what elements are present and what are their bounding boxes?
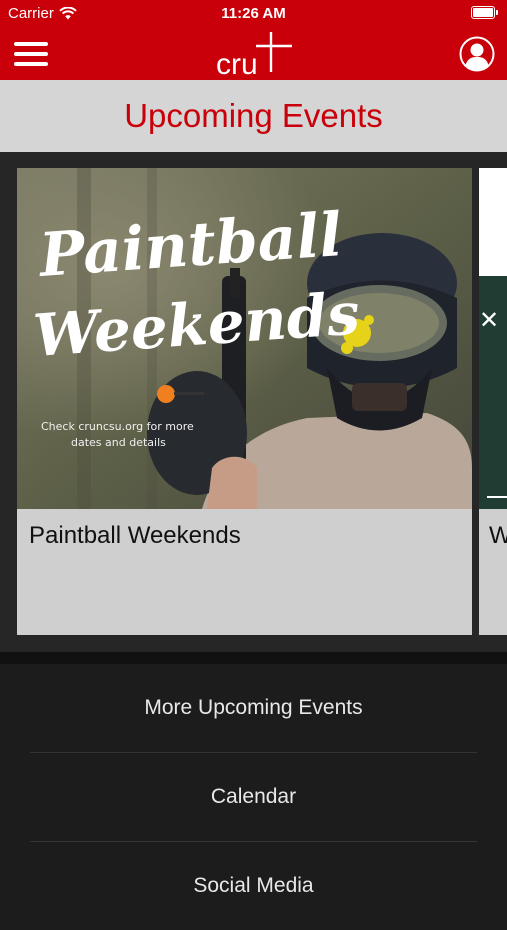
- section-header: Upcoming Events: [0, 80, 507, 152]
- cru-logo: cru: [216, 32, 292, 78]
- user-profile-icon[interactable]: [459, 36, 495, 72]
- battery-icon: [471, 6, 498, 19]
- logo-text: cru: [216, 48, 258, 78]
- event-card[interactable]: Paintball Weekends Check cruncsu.org for…: [17, 168, 472, 635]
- event-image: Paintball Weekends Check cruncsu.org for…: [17, 168, 472, 509]
- more-upcoming-events-link[interactable]: More Upcoming Events: [30, 664, 477, 752]
- divider: [0, 652, 507, 664]
- event-card-next[interactable]: ✕ W: [479, 168, 507, 635]
- hamburger-menu-icon[interactable]: [14, 40, 48, 68]
- image-caption-line2: dates and details: [71, 436, 166, 449]
- social-media-link[interactable]: Social Media: [30, 842, 477, 930]
- status-bar: Carrier 11:26 AM: [0, 0, 507, 28]
- calendar-link[interactable]: Calendar: [30, 753, 477, 841]
- event-title-partial: W: [489, 522, 507, 549]
- event-carousel[interactable]: Paintball Weekends Check cruncsu.org for…: [0, 152, 507, 652]
- image-caption-line1: Check cruncsu.org for more: [41, 420, 194, 433]
- event-image-art: Paintball Weekends Check cruncsu.org for…: [17, 168, 472, 509]
- status-time: 11:26 AM: [221, 5, 286, 22]
- links-list: More Upcoming Events Calendar Social Med…: [0, 664, 507, 900]
- page-title: Upcoming Events: [124, 97, 383, 134]
- nav-bar: cru: [0, 28, 507, 80]
- event-title: Paintball Weekends: [29, 522, 241, 549]
- close-icon: ✕: [479, 307, 500, 334]
